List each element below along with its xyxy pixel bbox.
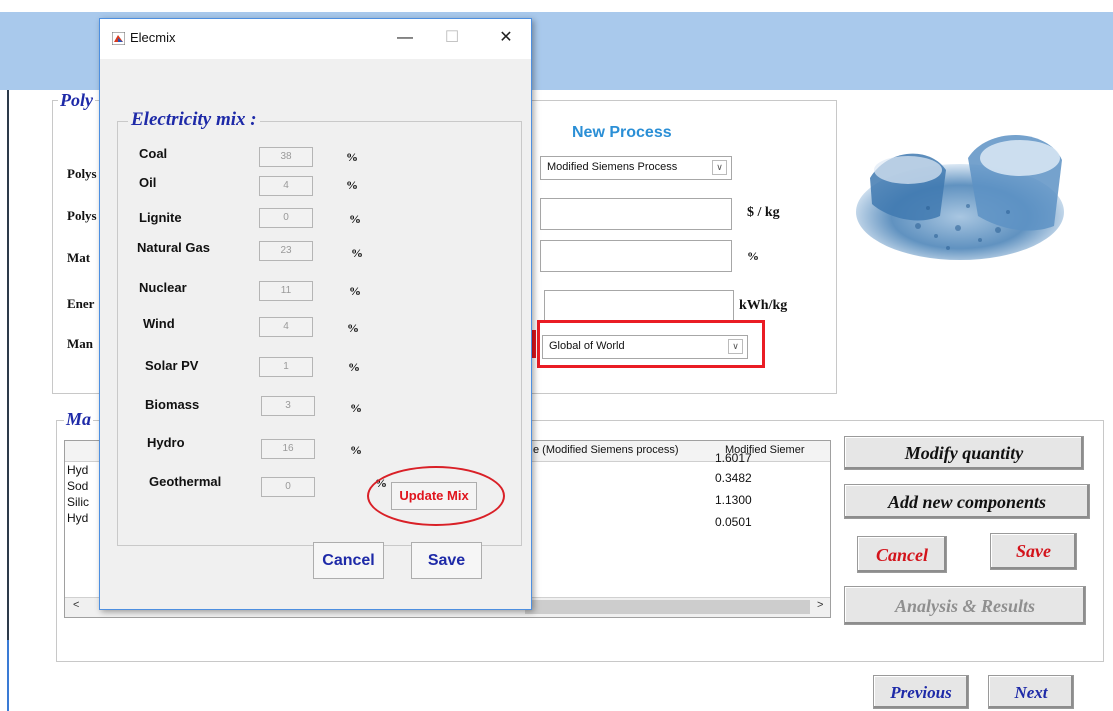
energy-input[interactable] xyxy=(544,290,734,322)
dialog-save-button[interactable]: Save xyxy=(411,542,482,579)
source-label: Lignite xyxy=(139,210,182,225)
modify-quantity-button[interactable]: Modify quantity xyxy=(844,436,1084,470)
process-select[interactable]: Modified Siemens Process ∨ xyxy=(540,156,732,180)
row-label-1: Polys xyxy=(67,166,97,181)
percent-sign: % xyxy=(347,321,359,335)
source-label: Oil xyxy=(139,175,157,190)
source-value-input[interactable]: 1 xyxy=(259,357,313,377)
source-label: Geothermal xyxy=(149,474,222,489)
row-name: Hyd xyxy=(67,511,89,525)
dialog-cancel-button[interactable]: Cancel xyxy=(313,542,384,579)
previous-button[interactable]: Previous xyxy=(873,675,969,709)
analysis-results-button[interactable]: Analysis & Results xyxy=(844,586,1086,625)
row-value: 0.0501 xyxy=(715,515,752,529)
source-value-input[interactable]: 11 xyxy=(259,281,313,301)
source-value-input[interactable]: 38 xyxy=(259,147,313,167)
percent-sign: % xyxy=(349,212,361,226)
source-value-input[interactable]: 23 xyxy=(259,241,313,261)
materials-panel-title: Ma xyxy=(64,409,94,430)
left-gutter xyxy=(0,90,7,711)
maximize-icon[interactable]: ☐ xyxy=(432,25,472,51)
add-components-button[interactable]: Add new components xyxy=(844,484,1090,519)
polysilicon-image xyxy=(856,134,1064,260)
source-value-input[interactable]: 4 xyxy=(259,176,313,196)
source-value-input[interactable]: 0 xyxy=(261,477,315,497)
source-value-input[interactable]: 16 xyxy=(261,439,315,459)
percent-unit: % xyxy=(747,249,759,263)
price-unit: $ / kg xyxy=(747,205,780,220)
row-label-3: Mat xyxy=(67,250,91,265)
source-value-input[interactable]: 3 xyxy=(261,396,315,416)
percent-sign: % xyxy=(346,178,358,192)
next-button[interactable]: Next xyxy=(988,675,1074,709)
source-label: Biomass xyxy=(145,397,200,412)
dialog-titlebar: Elecmix — ☐ ✕ xyxy=(100,19,531,59)
polysilicon-panel-title: Poly xyxy=(58,90,95,111)
row-value: 0.3482 xyxy=(715,471,752,485)
scroll-right-icon[interactable]: > xyxy=(817,599,823,611)
process-select-value: Modified Siemens Process xyxy=(547,161,678,173)
percent-sign: % xyxy=(351,246,363,260)
electricity-mix-title: Electricity mix : xyxy=(128,109,260,131)
row-name: Sod xyxy=(67,479,89,493)
dialog-title: Elecmix xyxy=(130,30,176,45)
minimize-icon[interactable]: — xyxy=(385,25,425,51)
table-header-col1: e (Modified Siemens process) xyxy=(533,444,679,456)
percent-sign: % xyxy=(349,284,361,298)
percent-sign: % xyxy=(346,150,358,164)
row-name: Silic xyxy=(67,495,90,509)
source-label: Solar PV xyxy=(145,358,199,373)
scrollbar-thumb[interactable] xyxy=(525,600,810,614)
scroll-left-icon[interactable]: < xyxy=(73,599,79,611)
percent-input[interactable] xyxy=(540,240,732,272)
row-label-2: Polys xyxy=(67,208,97,223)
row-label-4: Ener xyxy=(67,296,95,311)
energy-unit: kWh/kg xyxy=(739,298,788,313)
app-icon xyxy=(112,32,125,45)
source-label: Hydro xyxy=(147,435,185,450)
price-input[interactable] xyxy=(540,198,732,230)
row-label-5: Man xyxy=(67,336,93,351)
source-label: Coal xyxy=(139,146,168,161)
close-icon[interactable]: ✕ xyxy=(486,25,526,51)
window-top-strip xyxy=(0,0,1113,12)
update-mix-button[interactable]: Update Mix xyxy=(391,482,477,510)
chevron-down-icon: ∨ xyxy=(712,160,727,175)
row-value: 1.6017 xyxy=(715,451,752,465)
percent-sign: % xyxy=(348,360,360,374)
source-value-input[interactable]: 0 xyxy=(259,208,313,228)
source-label: Wind xyxy=(143,316,175,331)
percent-sign: % xyxy=(350,401,362,415)
row-name: Hyd xyxy=(67,463,89,477)
highlight-box xyxy=(537,320,765,368)
source-value-input[interactable]: 4 xyxy=(259,317,313,337)
percent-sign: % xyxy=(350,443,362,457)
row-value: 1.1300 xyxy=(715,493,752,507)
cancel-button[interactable]: Cancel xyxy=(857,536,947,573)
elecmix-dialog: Elecmix — ☐ ✕ Electricity mix : Coal 38 … xyxy=(99,18,532,610)
new-process-title: New Process xyxy=(572,124,672,141)
save-button[interactable]: Save xyxy=(990,533,1077,570)
source-label: Nuclear xyxy=(139,280,187,295)
source-label: Natural Gas xyxy=(137,240,210,255)
